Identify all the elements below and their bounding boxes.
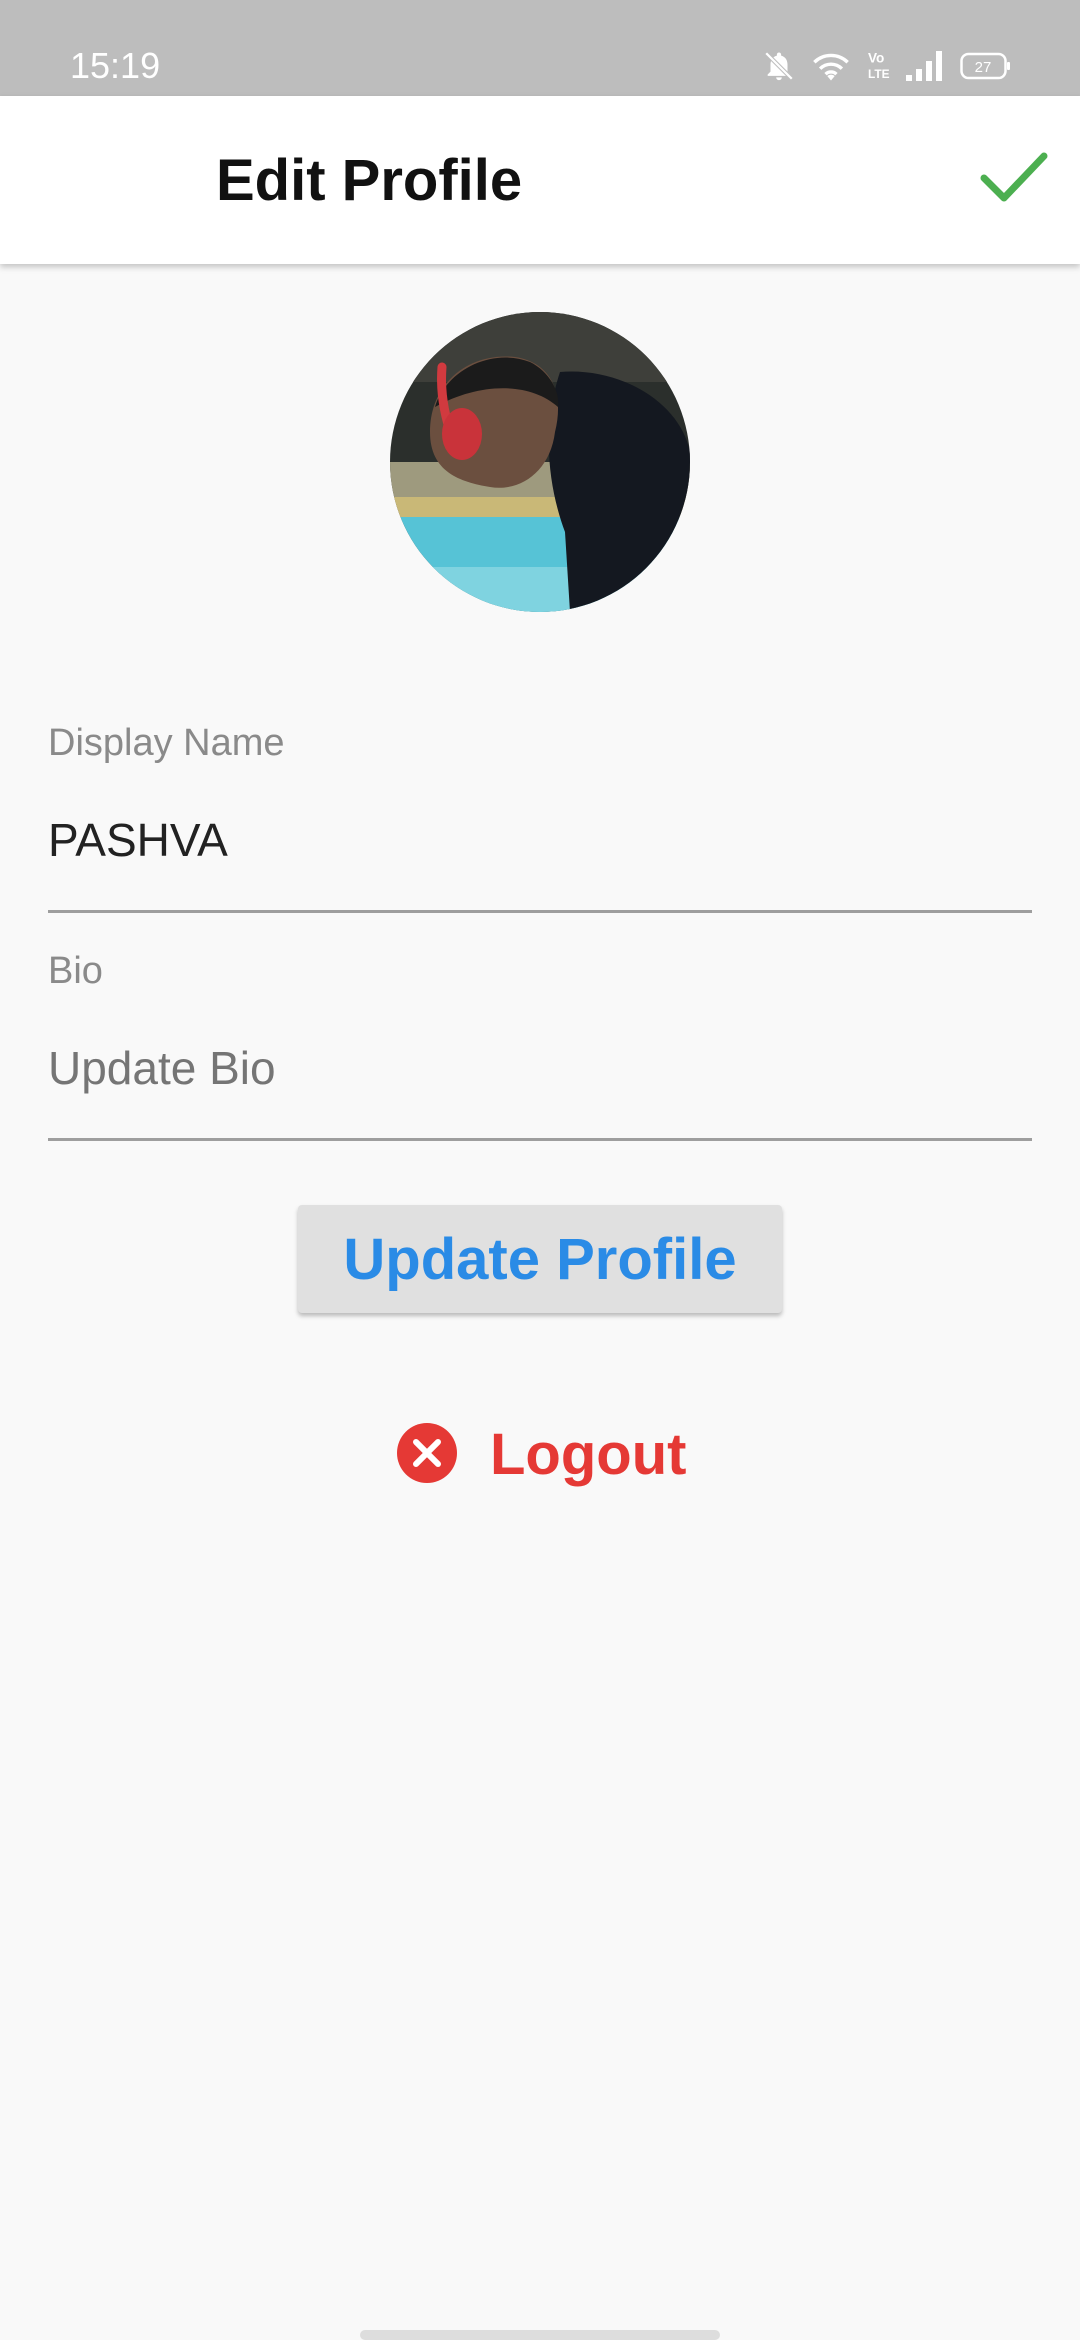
wifi-icon — [810, 49, 852, 83]
volte-icon: Vo LTE — [866, 49, 892, 83]
svg-text:Vo: Vo — [868, 51, 884, 66]
status-bar: 15:19 Vo LTE 27 — [0, 0, 1080, 96]
app-bar: Edit Profile — [0, 96, 1080, 264]
display-name-field[interactable]: Display Name — [48, 720, 1032, 913]
status-time: 15:19 — [70, 45, 161, 86]
page-title: Edit Profile — [216, 148, 523, 213]
checkmark-icon — [979, 150, 1049, 211]
battery-icon: 27 — [960, 51, 1012, 81]
bio-label: Bio — [48, 950, 103, 992]
profile-photo — [390, 312, 690, 612]
home-indicator — [360, 2330, 720, 2340]
bio-input[interactable] — [48, 1040, 1032, 1096]
confirm-button[interactable] — [972, 138, 1056, 222]
display-name-input[interactable] — [48, 812, 1032, 868]
display-name-label: Display Name — [48, 722, 285, 764]
cancel-circle-icon — [396, 1422, 458, 1489]
bell-off-icon — [762, 49, 796, 83]
bio-field[interactable]: Bio — [48, 948, 1032, 1141]
battery-level: 27 — [975, 59, 992, 76]
svg-text:LTE: LTE — [868, 67, 890, 81]
logout-button[interactable]: Logout — [396, 1420, 686, 1490]
status-icons: Vo LTE 27 — [762, 44, 1012, 88]
logout-label: Logout — [490, 1422, 687, 1487]
update-profile-button[interactable]: Update Profile — [298, 1205, 782, 1313]
avatar[interactable] — [390, 312, 690, 612]
signal-icon — [906, 51, 946, 81]
